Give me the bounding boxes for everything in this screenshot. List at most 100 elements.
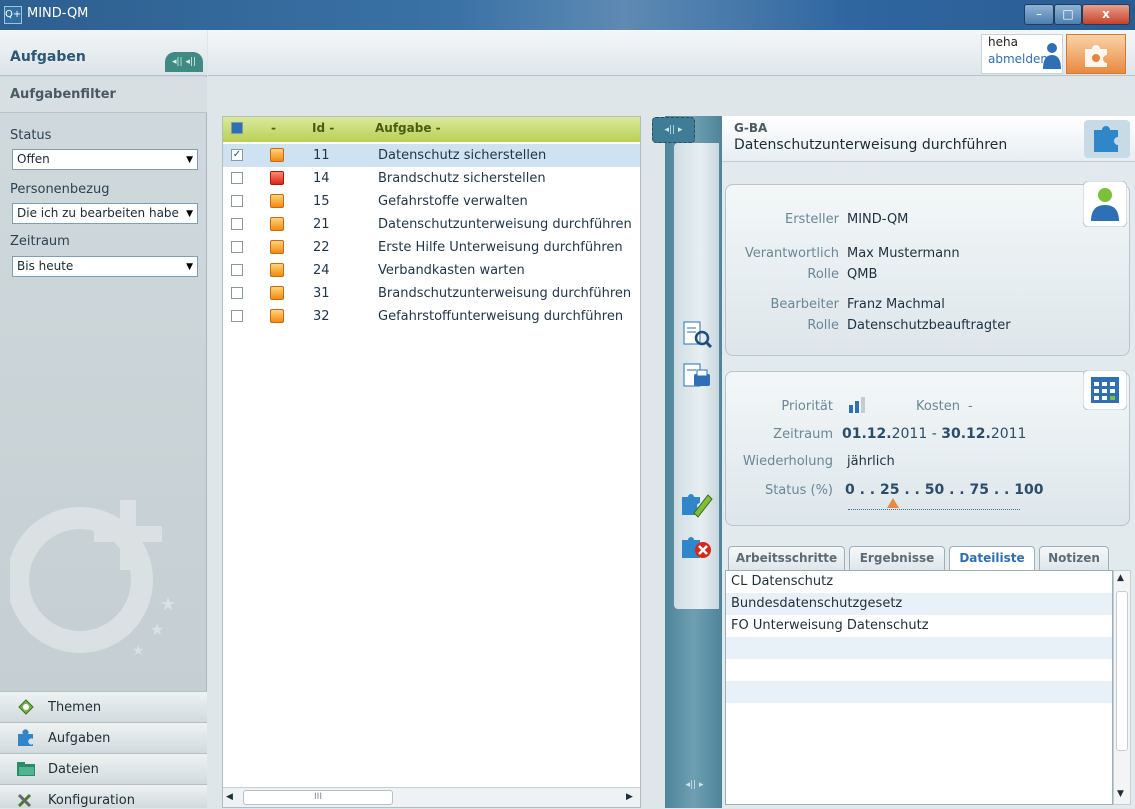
table-row[interactable]: 24 Verbandkasten warten <box>223 259 640 282</box>
chevron-down-icon: ▼ <box>186 262 193 272</box>
row-checkbox[interactable] <box>231 287 243 299</box>
user-icon <box>1043 43 1061 69</box>
person-filter-select[interactable]: Die ich zu bearbeiten habe ▼ <box>12 203 198 224</box>
edit-task-icon[interactable] <box>680 487 714 519</box>
calendar-icon <box>1083 370 1127 410</box>
row-checkbox[interactable] <box>231 195 243 207</box>
id-column-header[interactable]: Id - <box>312 121 334 135</box>
user-name: heha <box>988 35 1018 49</box>
list-item-empty <box>726 637 1112 659</box>
logout-link[interactable]: abmelden <box>988 52 1048 66</box>
list-item[interactable]: FO Unterweisung Datenschutz <box>726 615 1112 637</box>
minimize-button[interactable]: – <box>1024 4 1054 25</box>
period-filter-label: Zeitraum <box>10 234 70 249</box>
task-id: 31 <box>313 286 330 301</box>
scroll-thumb[interactable]: III <box>243 790 393 805</box>
task-view-icon[interactable] <box>680 318 714 350</box>
table-row[interactable]: 21 Datenschutzunterweisung durchführen <box>223 213 640 236</box>
row-checkbox[interactable]: ✓ <box>231 149 243 161</box>
table-row[interactable]: 14 Brandschutz sicherstellen <box>223 167 640 190</box>
maximize-button[interactable]: □ <box>1054 4 1082 25</box>
scroll-thumb[interactable] <box>1116 591 1128 751</box>
person-filter-value: Die ich zu bearbeiten habe <box>17 206 179 220</box>
task-name: Brandschutzunterweisung durchführen <box>378 286 632 301</box>
period-end-day: 30.12. <box>941 426 991 442</box>
editor-label: Bearbeiter <box>770 297 839 312</box>
task-id: 22 <box>313 240 330 255</box>
row-checkbox[interactable] <box>231 218 243 230</box>
nav-aufgaben[interactable]: Aufgaben <box>0 722 207 753</box>
collapse-detail-icon[interactable]: ◂|| ▸ <box>652 117 695 143</box>
priority-icon <box>270 309 284 323</box>
period-separator: - <box>931 426 937 442</box>
priority-icon <box>270 217 284 231</box>
puzzle-exit-icon <box>1085 45 1107 67</box>
table-row[interactable]: 22 Erste Hilfe Unterweisung durchführen <box>223 236 640 259</box>
task-name: Verbandkasten warten <box>378 263 525 278</box>
period-start-day: 01.12. <box>842 426 892 442</box>
table-row[interactable]: ✓ 11 Datenschutz sicherstellen <box>223 144 640 167</box>
task-id: 14 <box>313 171 330 186</box>
select-all-checkbox[interactable] <box>231 122 243 134</box>
person-filter-label: Personenbezug <box>10 182 110 197</box>
user-box: heha abmelden <box>981 34 1063 74</box>
status-filter-select[interactable]: Offen ▼ <box>12 149 198 170</box>
creator-value: MIND-QM <box>847 212 909 227</box>
print-icon[interactable] <box>680 360 714 392</box>
status-slider-thumb[interactable] <box>887 498 900 508</box>
tab-ergebnisse[interactable]: Ergebnisse <box>849 546 945 570</box>
person-icon <box>1083 181 1127 227</box>
task-id: 11 <box>313 148 330 163</box>
tab-arbeitsschritte[interactable]: Arbeitsschritte <box>728 546 845 570</box>
row-checkbox[interactable] <box>231 172 243 184</box>
row-checkbox[interactable] <box>231 241 243 253</box>
list-item-empty <box>726 681 1112 703</box>
status-slider[interactable] <box>848 498 1020 510</box>
delete-task-icon[interactable] <box>680 532 714 564</box>
period-value: 01.12.2011 - 30.12.2011 <box>842 426 1026 442</box>
logout-button[interactable] <box>1066 34 1126 74</box>
scroll-up-icon[interactable]: ▲ <box>1117 573 1124 583</box>
nav-label: Konfiguration <box>48 793 135 808</box>
window-title: MIND-QM <box>27 6 89 21</box>
horizontal-scrollbar[interactable]: ◀ III ▶ <box>223 787 640 807</box>
expand-detail-icon[interactable]: ◂|| ▸ <box>672 780 717 800</box>
nav-konfiguration[interactable]: Konfiguration <box>0 784 207 808</box>
list-item[interactable]: CL Datenschutz <box>726 571 1112 593</box>
table-row[interactable]: 31 Brandschutzunterweisung durchführen <box>223 282 640 305</box>
filter-title: Aufgabenfilter <box>10 87 116 102</box>
period-filter-value: Bis heute <box>17 259 74 273</box>
period-filter-select[interactable]: Bis heute ▼ <box>12 256 198 277</box>
task-id: 32 <box>313 309 330 324</box>
logo-watermark-icon: ★ ★ ★ <box>10 500 176 659</box>
scroll-right-icon[interactable]: ▶ <box>626 792 633 802</box>
title-bar: Q+ MIND-QM – □ x <box>0 0 1135 30</box>
row-checkbox[interactable] <box>231 310 243 322</box>
task-id: 21 <box>313 217 330 232</box>
task-id: 15 <box>313 194 330 209</box>
collapse-sidebar-icon[interactable]: ◂|| ◂|| <box>165 52 203 72</box>
responsible-role-value: QMB <box>847 267 878 282</box>
task-name: Gefahrstoffunterweisung durchführen <box>378 309 624 324</box>
table-row[interactable]: 32 Gefahrstoffunterweisung durchführen <box>223 305 640 328</box>
nav-dateien[interactable]: Dateien <box>0 753 207 784</box>
table-row[interactable]: 15 Gefahrstoffe verwalten <box>223 190 640 213</box>
nav-themes[interactable]: Themen <box>0 691 207 722</box>
task-column-header[interactable]: Aufgabe - <box>375 121 441 135</box>
close-button[interactable]: x <box>1082 4 1130 25</box>
priority-column-header[interactable]: - <box>271 121 276 135</box>
priority-icon <box>270 148 284 162</box>
scroll-left-icon[interactable]: ◀ <box>226 792 233 802</box>
editor-value: Franz Machmal <box>847 297 945 312</box>
vertical-scrollbar[interactable]: ▲ ▼ <box>1113 570 1131 805</box>
status-scale: 0 . . 25 . . 50 . . 75 . . 100 <box>845 482 1044 498</box>
tab-dateiliste[interactable]: Dateiliste <box>949 546 1035 571</box>
row-checkbox[interactable] <box>231 264 243 276</box>
list-item[interactable]: Bundesdatenschutzgesetz <box>726 593 1112 615</box>
priority-label: Priorität <box>781 399 833 414</box>
tab-notizen[interactable]: Notizen <box>1039 546 1109 570</box>
scroll-down-icon[interactable]: ▼ <box>1117 789 1124 799</box>
nav-label: Dateien <box>48 762 99 777</box>
priority-icon <box>270 194 284 208</box>
task-name: Datenschutz sicherstellen <box>378 148 547 163</box>
